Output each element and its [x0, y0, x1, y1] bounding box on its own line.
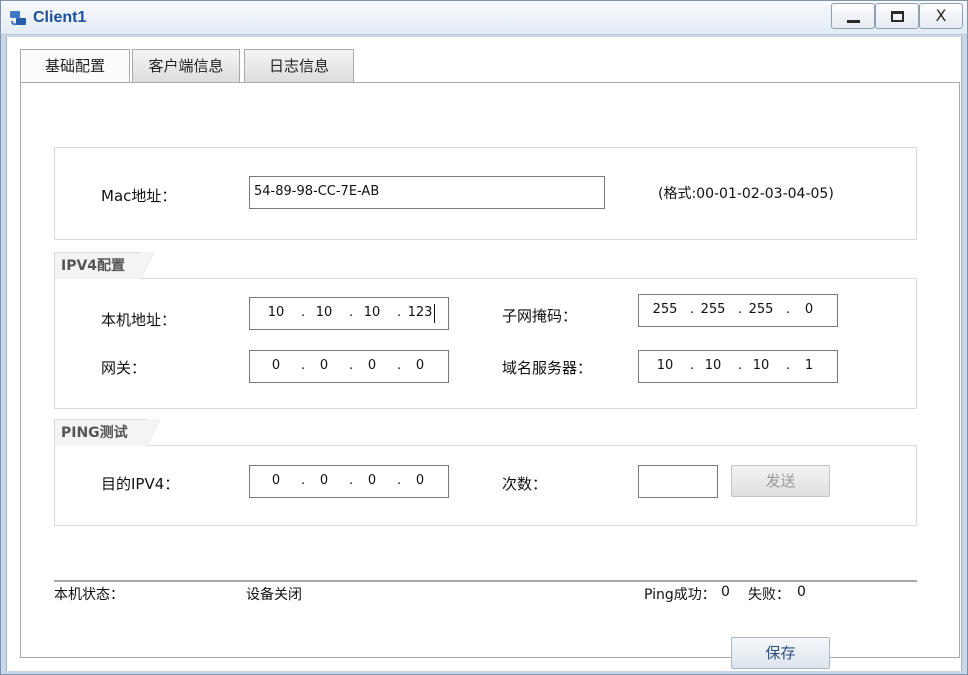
local-address-octet-2: 10	[315, 305, 333, 320]
local-address-input[interactable]: 10 . 10 . 10 . 123	[249, 297, 449, 330]
dns-server-octet-3: 10	[752, 358, 770, 373]
ping-fail-count: 0	[797, 584, 806, 600]
title-bar[interactable]: Client1 X	[1, 1, 967, 35]
close-button[interactable]: X	[919, 3, 963, 29]
save-button[interactable]: 保存	[731, 637, 830, 669]
mac-format-hint: (格式:00-01-02-03-04-05)	[658, 186, 834, 202]
tab-basic-config[interactable]: 基础配置	[20, 49, 130, 84]
dns-server-octet-2: 10	[704, 358, 722, 373]
gateway-label: 网关：	[101, 359, 147, 377]
local-address-octet-1: 10	[267, 305, 285, 320]
ipv4-section-title: IPV4配置	[54, 252, 154, 280]
status-divider	[54, 580, 917, 582]
tab-client-info[interactable]: 客户端信息	[132, 49, 240, 83]
local-address-octet-4: 123	[407, 305, 433, 320]
device-status-value: 设备关闭	[246, 587, 302, 603]
basic-config-panel: Mac地址： 54-89-98-CC-7E-AB (格式:00-01-02-03…	[20, 82, 960, 669]
subnet-mask-octet-4: 0	[804, 302, 814, 317]
ping-dest-octet-2: 0	[319, 473, 329, 488]
send-button[interactable]: 发送	[731, 465, 830, 497]
ping-count-input[interactable]	[638, 465, 718, 498]
ping-dest-octet-1: 0	[271, 473, 281, 488]
mac-address-value: 54-89-98-CC-7E-AB	[254, 184, 380, 199]
ping-fail-label: 失败：	[748, 587, 790, 603]
client-window: Client1 X 基础配置 客户端信息 日志信息 Mac地址： 54-89-9…	[0, 0, 968, 675]
tab-log-info[interactable]: 日志信息	[244, 49, 354, 83]
subnet-mask-octet-3: 255	[748, 302, 774, 317]
gateway-octet-2: 0	[319, 358, 329, 373]
local-address-octet-3: 10	[363, 305, 381, 320]
ping-success-label: Ping成功：	[644, 587, 716, 603]
dns-server-label: 域名服务器：	[502, 359, 593, 377]
mac-address-input[interactable]: 54-89-98-CC-7E-AB	[249, 176, 605, 209]
gateway-octet-1: 0	[271, 358, 281, 373]
window-title: Client1	[33, 9, 87, 26]
ping-success-count: 0	[721, 584, 730, 600]
subnet-mask-label: 子网掩码：	[502, 307, 578, 325]
mac-label: Mac地址：	[101, 187, 177, 205]
dns-server-octet-4: 1	[804, 358, 814, 373]
close-icon: X	[935, 6, 947, 25]
client-app-icon	[10, 11, 26, 26]
ping-dest-octet-3: 0	[367, 473, 377, 488]
ping-section-title: PING测试	[54, 419, 160, 447]
ping-dest-input[interactable]: 0 . 0 . 0 . 0	[249, 465, 449, 498]
maximize-icon	[891, 11, 904, 22]
ping-dest-octet-4: 0	[415, 473, 425, 488]
subnet-mask-input[interactable]: 255 . 255 . 255 . 0	[638, 294, 838, 327]
ping-count-label: 次数：	[502, 475, 548, 493]
gateway-octet-3: 0	[367, 358, 377, 373]
ping-dest-label: 目的IPV4：	[101, 475, 180, 493]
subnet-mask-octet-2: 255	[700, 302, 726, 317]
maximize-button[interactable]	[875, 3, 919, 29]
minimize-button[interactable]	[831, 3, 875, 29]
minimize-icon	[847, 20, 860, 23]
client-area: 基础配置 客户端信息 日志信息 Mac地址： 54-89-98-CC-7E-AB…	[6, 37, 962, 671]
dns-server-octet-1: 10	[656, 358, 674, 373]
text-cursor	[434, 304, 435, 323]
device-status-label: 本机状态：	[54, 587, 124, 603]
local-address-label: 本机地址：	[101, 311, 177, 329]
gateway-octet-4: 0	[415, 358, 425, 373]
gateway-input[interactable]: 0 . 0 . 0 . 0	[249, 350, 449, 383]
dns-server-input[interactable]: 10 . 10 . 10 . 1	[638, 350, 838, 383]
subnet-mask-octet-1: 255	[652, 302, 678, 317]
